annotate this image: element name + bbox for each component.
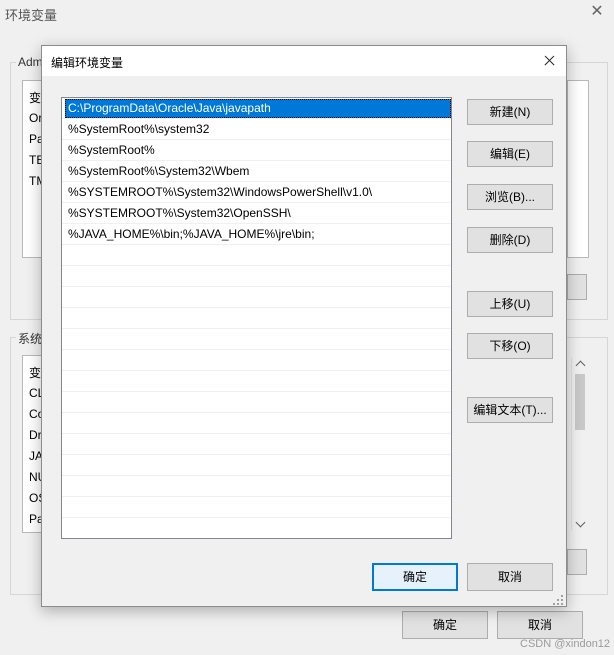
close-icon[interactable]: ✕ [586,2,608,22]
empty-row[interactable] [62,350,451,371]
browse-button[interactable]: 浏览(B)... [467,184,553,210]
empty-row[interactable] [62,518,451,538]
move-down-button[interactable]: 下移(O) [467,333,553,359]
list-item-text: %SYSTEMROOT%\System32\OpenSSH\ [68,206,291,220]
empty-row[interactable] [62,245,451,266]
ok-button[interactable]: 确定 [372,563,458,591]
resize-grip-icon[interactable] [552,594,564,606]
empty-row[interactable] [62,392,451,413]
edit-environment-variable-dialog: 编辑环境变量 C:\ProgramData\Oracle\Java\javapa… [41,45,567,607]
edit-button-label: 编辑(E) [490,147,530,161]
empty-row[interactable] [62,308,451,329]
edit-button[interactable]: 编辑(E) [467,141,553,167]
ok-button-label: 确定 [402,570,427,584]
move-up-button-label: 上移(U) [489,297,531,311]
list-item[interactable]: C:\ProgramData\Oracle\Java\javapath [62,98,451,119]
empty-row[interactable] [62,434,451,455]
system-list-scrollbar[interactable] [571,358,588,530]
close-icon[interactable] [536,49,562,73]
move-down-button-label: 下移(O) [489,339,531,353]
path-list[interactable]: C:\ProgramData\Oracle\Java\javapath %Sys… [61,97,452,539]
empty-row[interactable] [62,287,451,308]
scroll-up-icon[interactable] [572,358,588,372]
edit-text-button-label: 编辑文本(T)... [473,403,547,417]
empty-row[interactable] [62,371,451,392]
cancel-button[interactable]: 取消 [467,563,553,591]
window-title: 环境变量 [5,8,58,23]
dialog-title: 编辑环境变量 [51,56,124,70]
list-item: 变 [29,91,42,105]
list-item: 变 [29,366,42,380]
list-item-text: C:\ProgramData\Oracle\Java\javapath [68,101,271,115]
scroll-down-icon[interactable] [572,516,588,530]
delete-button[interactable]: 删除(D) [467,227,553,253]
empty-row[interactable] [62,497,451,518]
list-item-text: %SystemRoot%\system32 [68,122,210,136]
edit-text-button[interactable]: 编辑文本(T)... [467,397,553,423]
list-item[interactable]: %SystemRoot% [62,140,451,161]
delete-button-label: 删除(D) [489,233,531,247]
new-button-label: 新建(N) [489,105,531,119]
list-item[interactable]: %JAVA_HOME%\bin;%JAVA_HOME%\jre\bin; [62,224,451,245]
bg-ok-button[interactable]: 确定 [402,611,488,639]
system-variables-button-edge[interactable] [567,549,587,575]
empty-row[interactable] [62,413,451,434]
bg-cancel-button[interactable]: 取消 [497,611,583,639]
list-item-text: %JAVA_HOME%\bin;%JAVA_HOME%\jre\bin; [68,227,315,241]
cancel-button-label: 取消 [497,570,522,584]
empty-row[interactable] [62,476,451,497]
browse-button-label: 浏览(B)... [485,190,535,204]
scroll-thumb[interactable] [575,374,585,430]
list-item[interactable]: %SYSTEMROOT%\System32\WindowsPowerShell\… [62,182,451,203]
empty-row[interactable] [62,329,451,350]
list-item-text: %SystemRoot%\System32\Wbem [68,164,250,178]
watermark: CSDN @xindon12 [520,638,611,650]
list-item[interactable]: %SYSTEMROOT%\System32\OpenSSH\ [62,203,451,224]
list-item[interactable]: %SystemRoot%\System32\Wbem [62,161,451,182]
list-item-text: %SystemRoot% [68,143,155,157]
list-item[interactable]: Dr [29,428,42,442]
user-variables-button-edge[interactable] [567,274,587,300]
dialog-titlebar[interactable]: 编辑环境变量 [42,46,566,76]
system-variables-label: 系统 [16,330,45,347]
empty-row[interactable] [62,266,451,287]
move-up-button[interactable]: 上移(U) [467,291,553,317]
list-item-text: %SYSTEMROOT%\System32\WindowsPowerShell\… [68,185,373,199]
list-item[interactable]: %SystemRoot%\system32 [62,119,451,140]
user-variables-list-edge [567,80,589,258]
empty-row[interactable] [62,455,451,476]
new-button[interactable]: 新建(N) [467,99,553,125]
